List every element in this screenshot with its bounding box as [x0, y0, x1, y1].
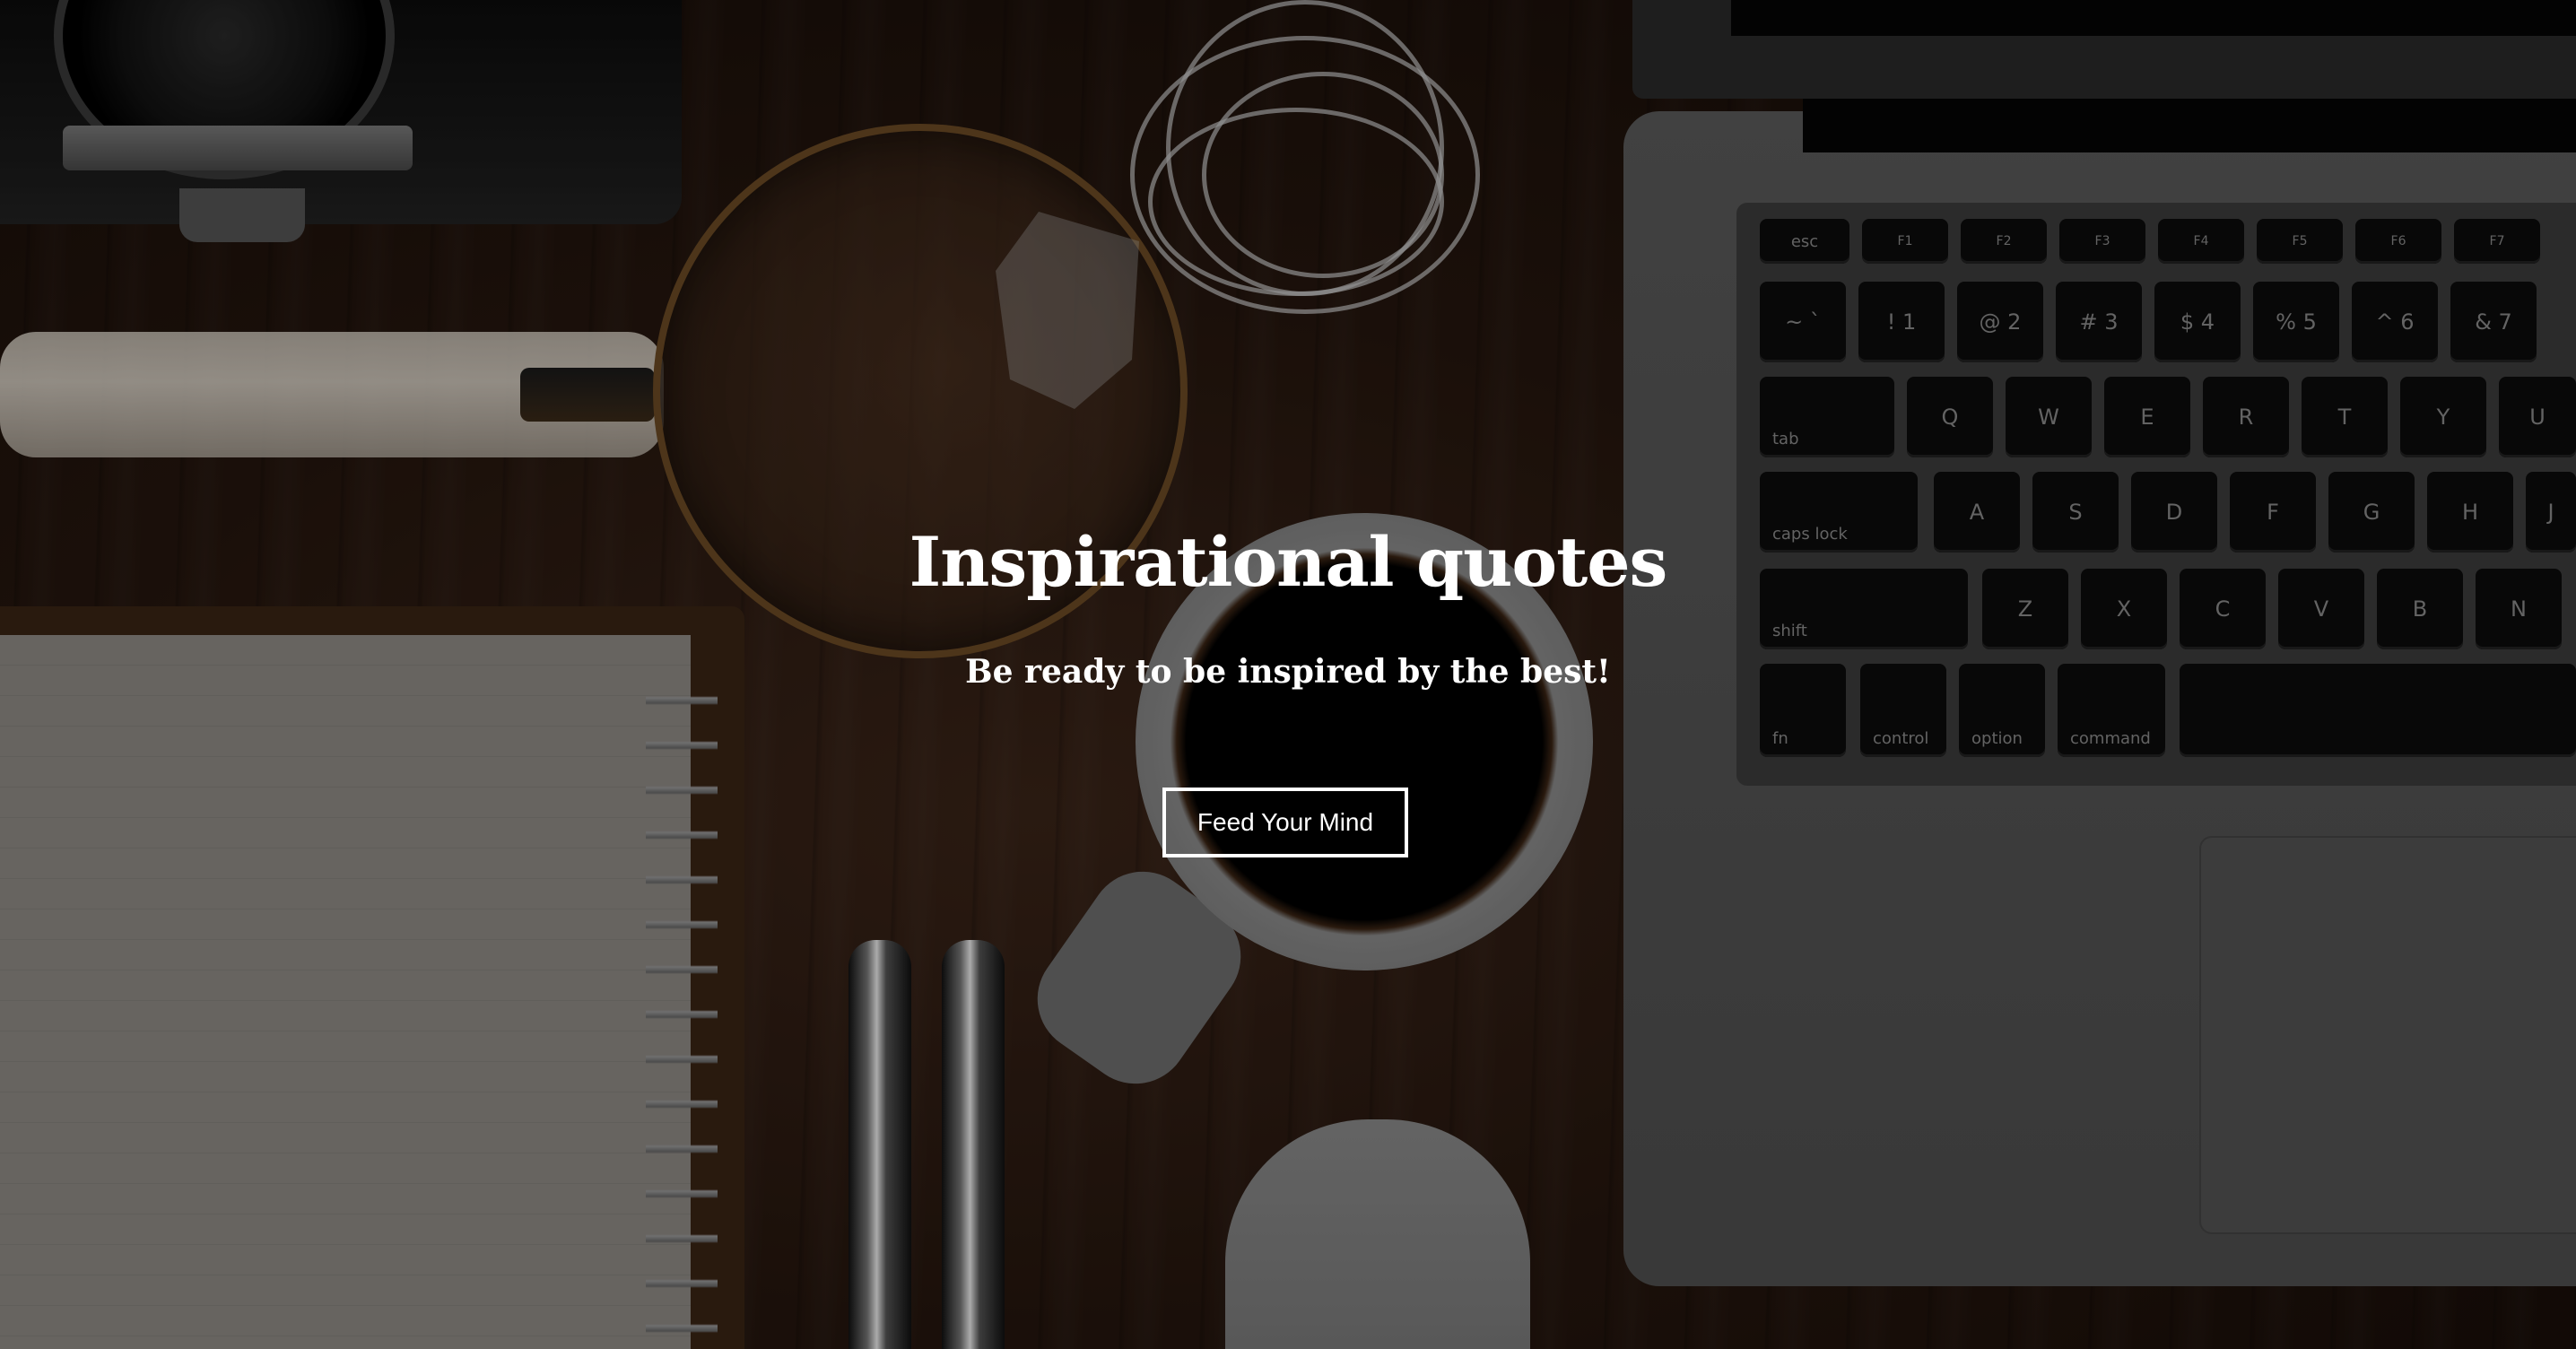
- page-title: Inspirational quotes: [909, 522, 1668, 602]
- feed-your-mind-button[interactable]: Feed Your Mind: [1162, 788, 1408, 857]
- page-subtitle: Be ready to be inspired by the best!: [965, 653, 1611, 691]
- hero-section: esc F1 F2 F3 F4 F5 F6 F7 ~ ` ! 1 @ 2 # 3…: [0, 0, 2576, 1349]
- hero-content: Inspirational quotes Be ready to be insp…: [0, 0, 2576, 1349]
